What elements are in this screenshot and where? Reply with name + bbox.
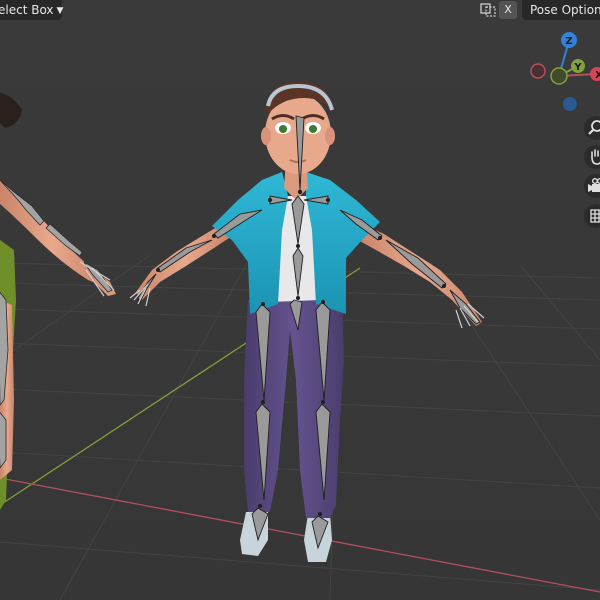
3d-viewport[interactable]: elect Box▼ X Pose Options Z Y X: [0, 0, 600, 600]
gizmo-y-label: Y: [573, 62, 582, 73]
zoom-icon: [588, 120, 600, 135]
pan-button[interactable]: [584, 145, 600, 169]
gizmo-neg-z[interactable]: [563, 97, 577, 111]
xray-icon[interactable]: [479, 2, 497, 18]
scene-canvas[interactable]: [0, 0, 600, 600]
gizmo-x-label: X: [595, 70, 600, 81]
camera-icon: [588, 178, 600, 192]
grid-view-icon: [590, 209, 600, 223]
gizmo-neg-x[interactable]: [530, 63, 546, 79]
gizmo-neg-y[interactable]: [550, 67, 568, 85]
navigation-gizmo[interactable]: Z Y X: [526, 28, 600, 120]
gizmo-z-label: Z: [565, 36, 572, 47]
camera-view-button[interactable]: [584, 174, 600, 198]
pan-hand-icon: [591, 149, 600, 165]
chevron-down-icon: ▼: [56, 6, 64, 16]
select-box-dropdown[interactable]: elect Box ▼: [0, 0, 64, 20]
zoom-button[interactable]: [584, 116, 600, 140]
projection-toggle-button[interactable]: [584, 204, 600, 228]
xray-toggle-button[interactable]: X: [499, 1, 517, 19]
pose-options-button[interactable]: Pose Options: [522, 0, 600, 20]
select-box-label: elect Box: [0, 3, 54, 17]
xray-toggle-group[interactable]: X: [477, 0, 519, 20]
